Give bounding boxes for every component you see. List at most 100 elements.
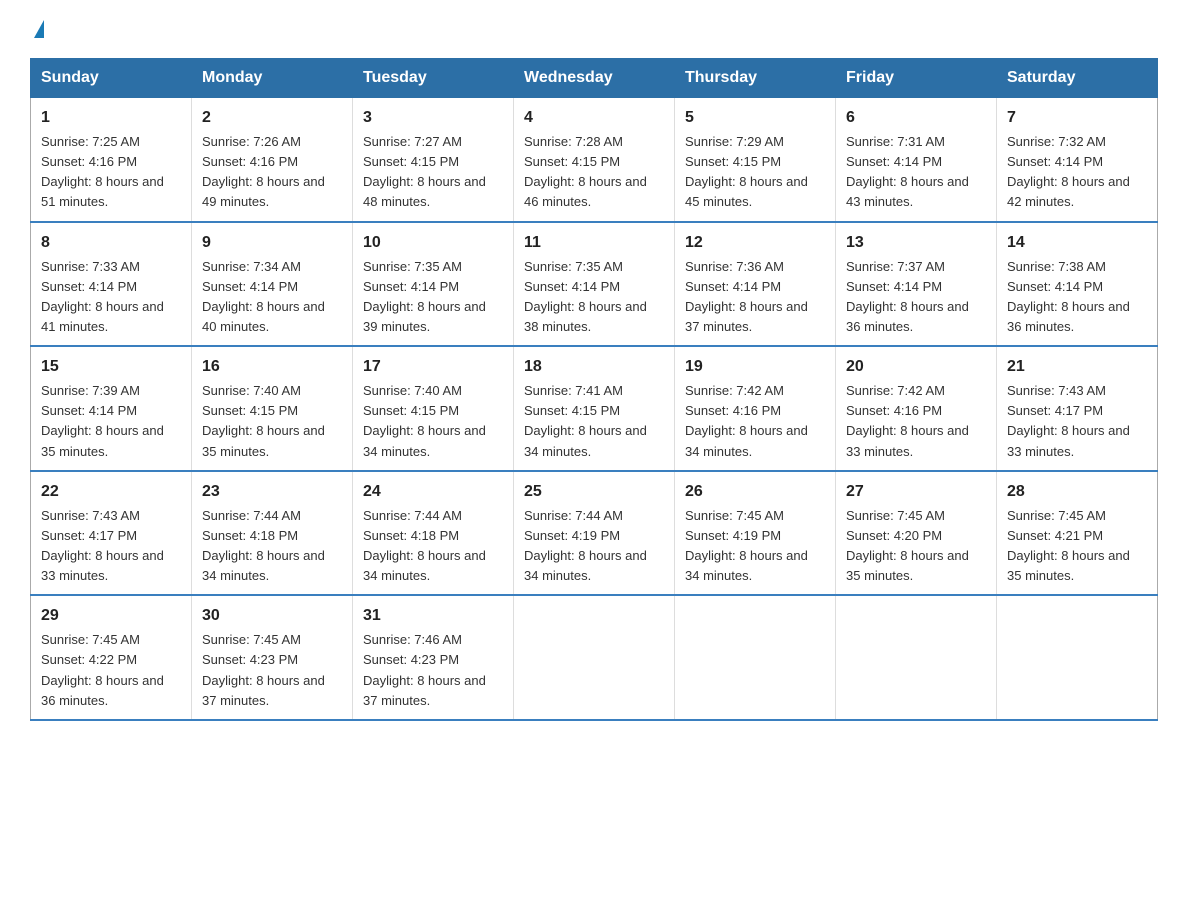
calendar-cell: 20Sunrise: 7:42 AMSunset: 4:16 PMDayligh… [836,346,997,471]
day-info: Sunrise: 7:39 AMSunset: 4:14 PMDaylight:… [41,381,181,462]
calendar-cell: 12Sunrise: 7:36 AMSunset: 4:14 PMDayligh… [675,222,836,347]
calendar-week-row: 15Sunrise: 7:39 AMSunset: 4:14 PMDayligh… [31,346,1158,471]
calendar-cell: 15Sunrise: 7:39 AMSunset: 4:14 PMDayligh… [31,346,192,471]
day-number: 28 [1007,480,1147,504]
weekday-header-saturday: Saturday [997,59,1158,98]
day-number: 6 [846,106,986,130]
calendar-cell: 19Sunrise: 7:42 AMSunset: 4:16 PMDayligh… [675,346,836,471]
day-number: 7 [1007,106,1147,130]
calendar-cell [836,595,997,720]
calendar-week-row: 1Sunrise: 7:25 AMSunset: 4:16 PMDaylight… [31,98,1158,222]
calendar-week-row: 29Sunrise: 7:45 AMSunset: 4:22 PMDayligh… [31,595,1158,720]
day-number: 24 [363,480,503,504]
day-info: Sunrise: 7:37 AMSunset: 4:14 PMDaylight:… [846,257,986,338]
calendar-cell: 3Sunrise: 7:27 AMSunset: 4:15 PMDaylight… [353,98,514,222]
calendar-cell: 1Sunrise: 7:25 AMSunset: 4:16 PMDaylight… [31,98,192,222]
weekday-header-monday: Monday [192,59,353,98]
day-info: Sunrise: 7:40 AMSunset: 4:15 PMDaylight:… [363,381,503,462]
calendar-cell: 26Sunrise: 7:45 AMSunset: 4:19 PMDayligh… [675,471,836,596]
day-number: 23 [202,480,342,504]
weekday-header-thursday: Thursday [675,59,836,98]
calendar-cell: 27Sunrise: 7:45 AMSunset: 4:20 PMDayligh… [836,471,997,596]
day-info: Sunrise: 7:44 AMSunset: 4:18 PMDaylight:… [202,506,342,587]
day-number: 16 [202,355,342,379]
calendar-cell: 13Sunrise: 7:37 AMSunset: 4:14 PMDayligh… [836,222,997,347]
weekday-header-tuesday: Tuesday [353,59,514,98]
day-number: 21 [1007,355,1147,379]
calendar-cell: 21Sunrise: 7:43 AMSunset: 4:17 PMDayligh… [997,346,1158,471]
day-number: 22 [41,480,181,504]
logo-triangle-icon [34,20,44,38]
day-info: Sunrise: 7:45 AMSunset: 4:19 PMDaylight:… [685,506,825,587]
day-info: Sunrise: 7:28 AMSunset: 4:15 PMDaylight:… [524,132,664,213]
day-info: Sunrise: 7:25 AMSunset: 4:16 PMDaylight:… [41,132,181,213]
day-info: Sunrise: 7:45 AMSunset: 4:22 PMDaylight:… [41,630,181,711]
day-info: Sunrise: 7:34 AMSunset: 4:14 PMDaylight:… [202,257,342,338]
day-number: 19 [685,355,825,379]
day-number: 3 [363,106,503,130]
day-info: Sunrise: 7:41 AMSunset: 4:15 PMDaylight:… [524,381,664,462]
day-number: 13 [846,231,986,255]
logo [30,20,44,38]
calendar-cell: 29Sunrise: 7:45 AMSunset: 4:22 PMDayligh… [31,595,192,720]
calendar-cell: 17Sunrise: 7:40 AMSunset: 4:15 PMDayligh… [353,346,514,471]
day-info: Sunrise: 7:45 AMSunset: 4:20 PMDaylight:… [846,506,986,587]
calendar-cell: 4Sunrise: 7:28 AMSunset: 4:15 PMDaylight… [514,98,675,222]
day-number: 17 [363,355,503,379]
calendar-cell: 8Sunrise: 7:33 AMSunset: 4:14 PMDaylight… [31,222,192,347]
day-info: Sunrise: 7:26 AMSunset: 4:16 PMDaylight:… [202,132,342,213]
day-info: Sunrise: 7:31 AMSunset: 4:14 PMDaylight:… [846,132,986,213]
day-info: Sunrise: 7:46 AMSunset: 4:23 PMDaylight:… [363,630,503,711]
calendar-cell: 14Sunrise: 7:38 AMSunset: 4:14 PMDayligh… [997,222,1158,347]
day-number: 25 [524,480,664,504]
day-info: Sunrise: 7:43 AMSunset: 4:17 PMDaylight:… [1007,381,1147,462]
calendar-cell: 28Sunrise: 7:45 AMSunset: 4:21 PMDayligh… [997,471,1158,596]
day-info: Sunrise: 7:32 AMSunset: 4:14 PMDaylight:… [1007,132,1147,213]
day-number: 31 [363,604,503,628]
calendar-cell: 5Sunrise: 7:29 AMSunset: 4:15 PMDaylight… [675,98,836,222]
calendar-cell: 11Sunrise: 7:35 AMSunset: 4:14 PMDayligh… [514,222,675,347]
day-info: Sunrise: 7:42 AMSunset: 4:16 PMDaylight:… [846,381,986,462]
day-info: Sunrise: 7:36 AMSunset: 4:14 PMDaylight:… [685,257,825,338]
day-info: Sunrise: 7:42 AMSunset: 4:16 PMDaylight:… [685,381,825,462]
calendar-body: 1Sunrise: 7:25 AMSunset: 4:16 PMDaylight… [31,98,1158,720]
calendar-cell: 18Sunrise: 7:41 AMSunset: 4:15 PMDayligh… [514,346,675,471]
day-info: Sunrise: 7:38 AMSunset: 4:14 PMDaylight:… [1007,257,1147,338]
calendar-cell: 25Sunrise: 7:44 AMSunset: 4:19 PMDayligh… [514,471,675,596]
day-number: 11 [524,231,664,255]
weekday-header-sunday: Sunday [31,59,192,98]
day-number: 26 [685,480,825,504]
weekday-header-friday: Friday [836,59,997,98]
day-info: Sunrise: 7:27 AMSunset: 4:15 PMDaylight:… [363,132,503,213]
day-number: 30 [202,604,342,628]
day-info: Sunrise: 7:35 AMSunset: 4:14 PMDaylight:… [363,257,503,338]
calendar-cell: 7Sunrise: 7:32 AMSunset: 4:14 PMDaylight… [997,98,1158,222]
day-number: 29 [41,604,181,628]
day-info: Sunrise: 7:44 AMSunset: 4:18 PMDaylight:… [363,506,503,587]
day-info: Sunrise: 7:44 AMSunset: 4:19 PMDaylight:… [524,506,664,587]
calendar-week-row: 22Sunrise: 7:43 AMSunset: 4:17 PMDayligh… [31,471,1158,596]
calendar-cell: 24Sunrise: 7:44 AMSunset: 4:18 PMDayligh… [353,471,514,596]
calendar-cell: 9Sunrise: 7:34 AMSunset: 4:14 PMDaylight… [192,222,353,347]
day-number: 27 [846,480,986,504]
calendar-cell: 23Sunrise: 7:44 AMSunset: 4:18 PMDayligh… [192,471,353,596]
day-number: 10 [363,231,503,255]
day-number: 12 [685,231,825,255]
calendar-cell: 2Sunrise: 7:26 AMSunset: 4:16 PMDaylight… [192,98,353,222]
day-info: Sunrise: 7:43 AMSunset: 4:17 PMDaylight:… [41,506,181,587]
day-info: Sunrise: 7:45 AMSunset: 4:21 PMDaylight:… [1007,506,1147,587]
weekday-header-wednesday: Wednesday [514,59,675,98]
calendar-header: SundayMondayTuesdayWednesdayThursdayFrid… [31,59,1158,98]
calendar-week-row: 8Sunrise: 7:33 AMSunset: 4:14 PMDaylight… [31,222,1158,347]
day-info: Sunrise: 7:45 AMSunset: 4:23 PMDaylight:… [202,630,342,711]
calendar-cell [514,595,675,720]
calendar-cell: 6Sunrise: 7:31 AMSunset: 4:14 PMDaylight… [836,98,997,222]
day-number: 9 [202,231,342,255]
day-info: Sunrise: 7:40 AMSunset: 4:15 PMDaylight:… [202,381,342,462]
calendar-cell: 22Sunrise: 7:43 AMSunset: 4:17 PMDayligh… [31,471,192,596]
day-number: 14 [1007,231,1147,255]
day-info: Sunrise: 7:29 AMSunset: 4:15 PMDaylight:… [685,132,825,213]
day-number: 15 [41,355,181,379]
day-number: 2 [202,106,342,130]
day-number: 8 [41,231,181,255]
